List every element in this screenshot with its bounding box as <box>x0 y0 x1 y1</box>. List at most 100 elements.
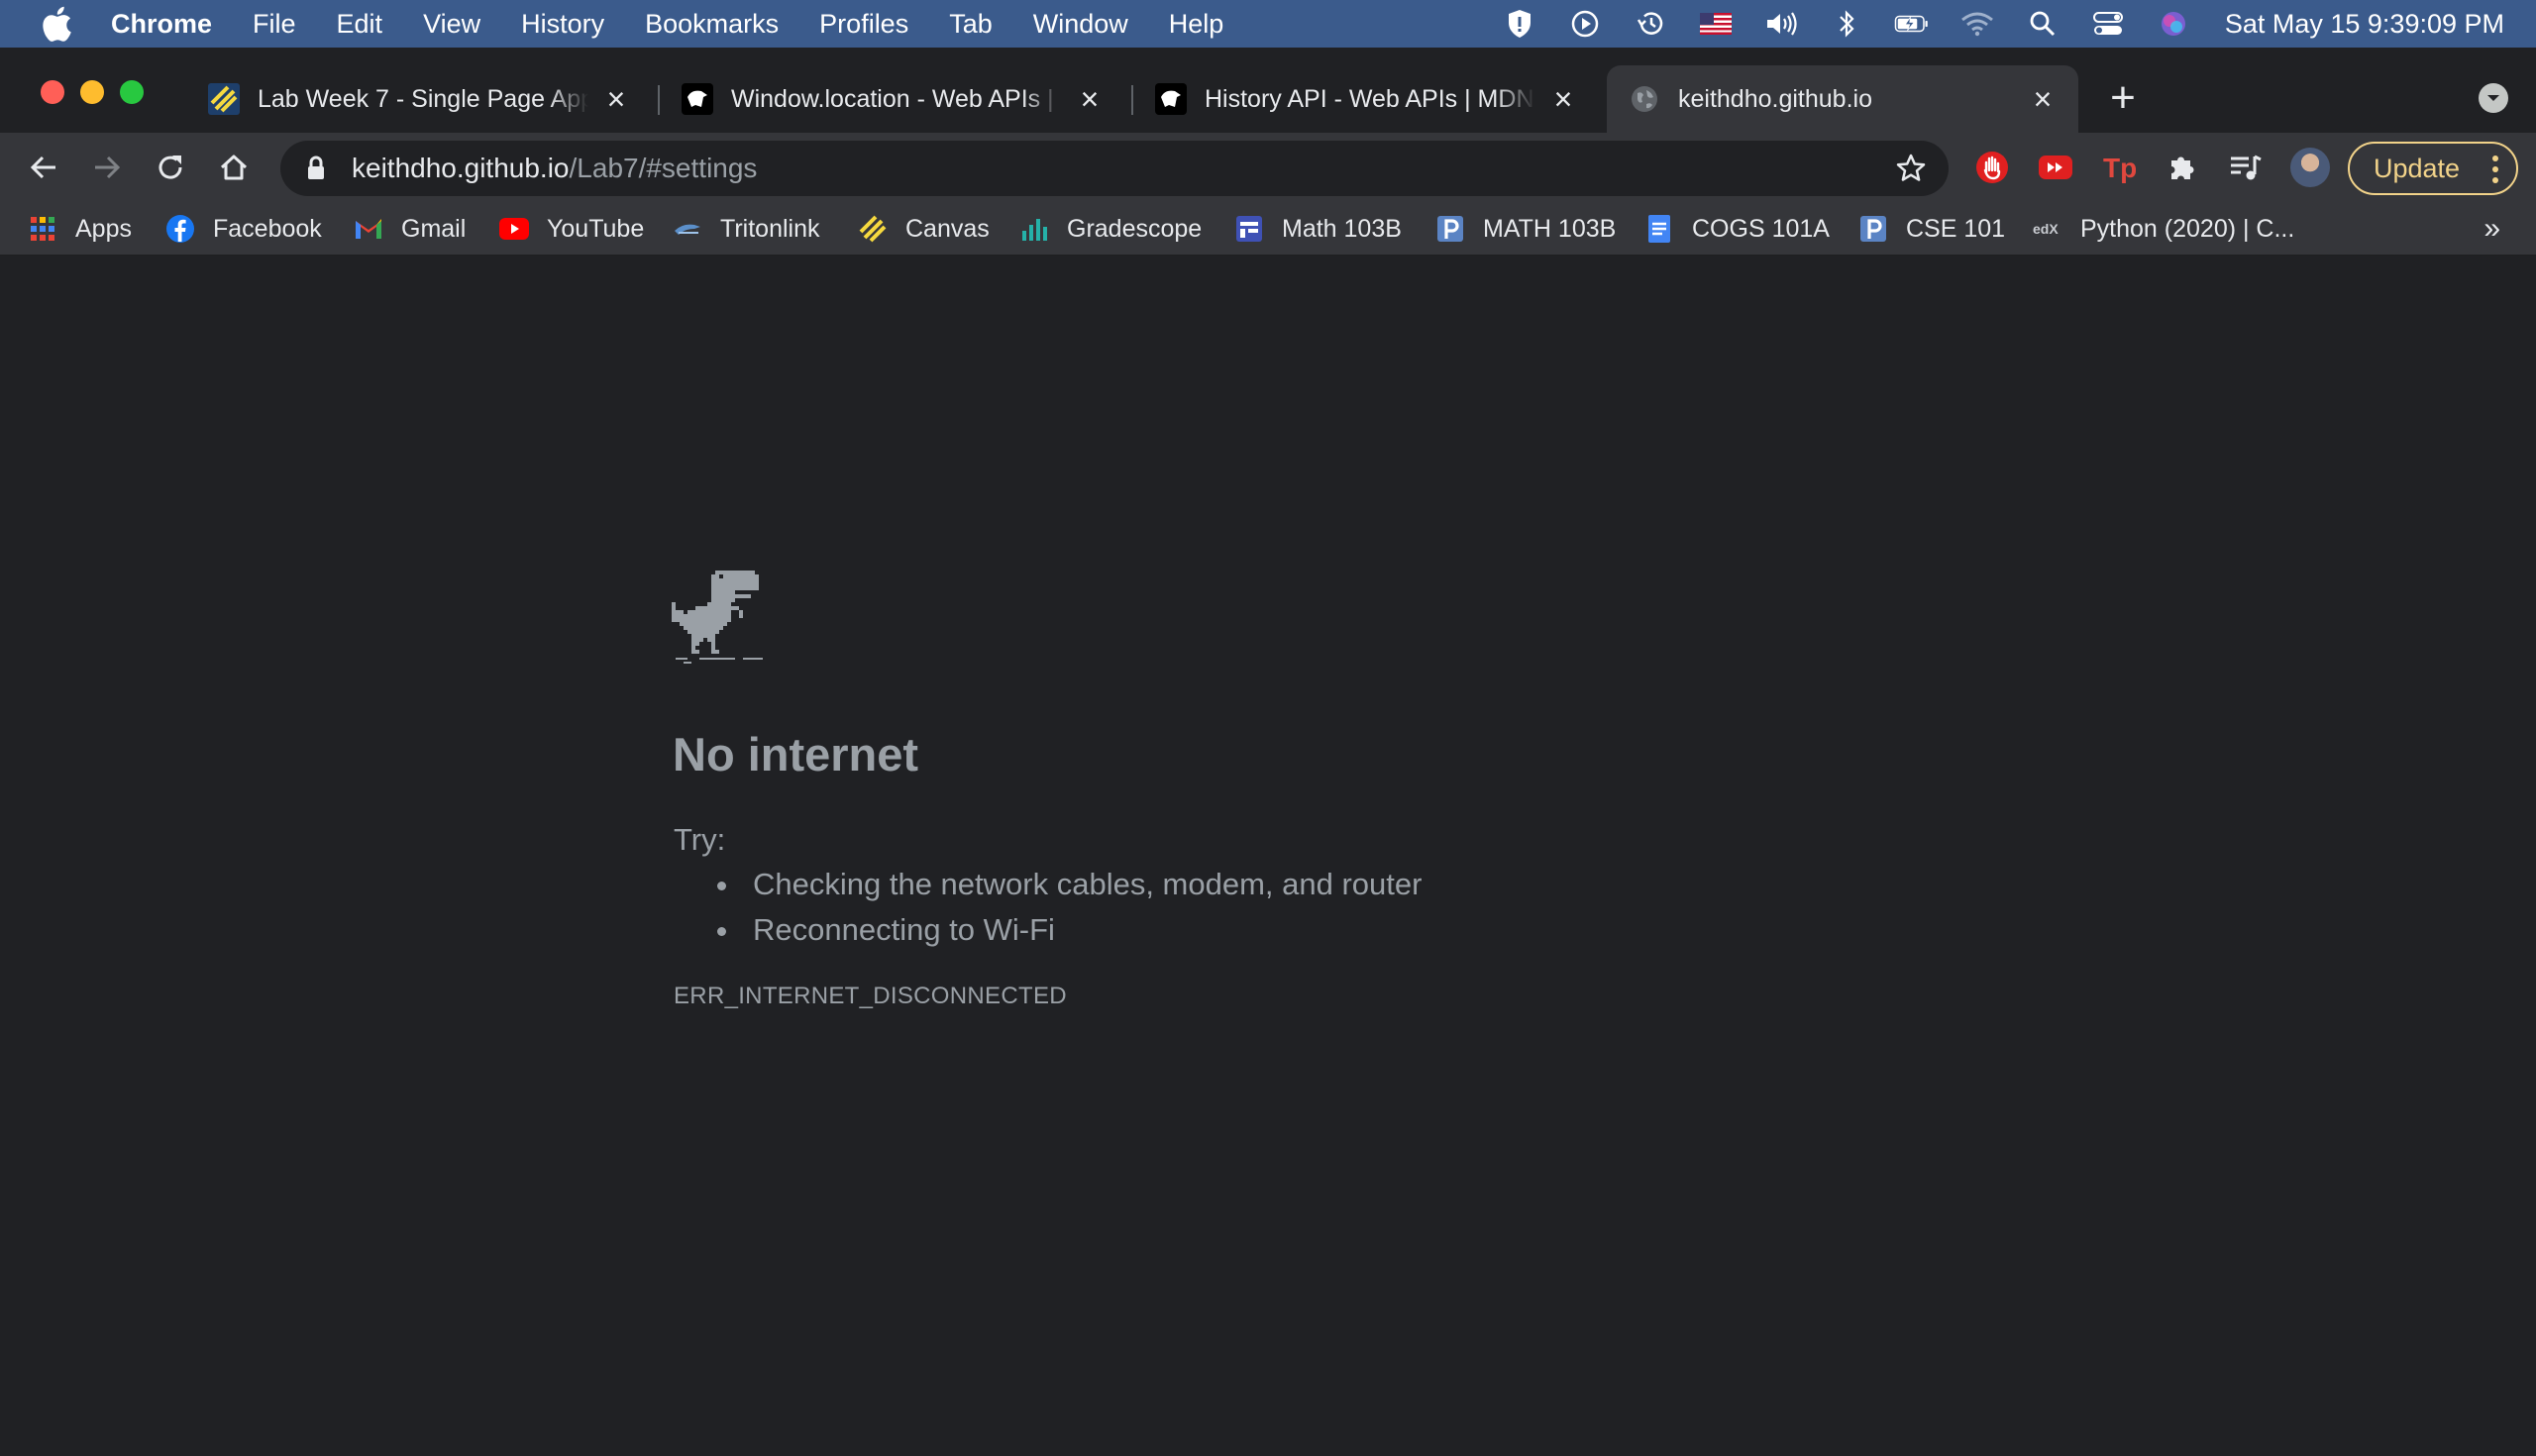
bookmark-label: Gradescope <box>1067 214 1203 243</box>
bookmark-label: Math 103B <box>1282 214 1402 243</box>
error-heading: No internet <box>673 728 919 780</box>
menu-tab[interactable]: Tab <box>949 9 993 40</box>
docs-icon <box>1644 214 1674 244</box>
back-button[interactable] <box>23 147 64 188</box>
siri-icon[interactable] <box>2156 9 2191 39</box>
time-machine-icon[interactable] <box>1633 9 1668 39</box>
close-icon[interactable]: × <box>1549 81 1577 117</box>
tab-search-button[interactable] <box>2479 83 2508 113</box>
home-button[interactable] <box>213 147 255 188</box>
bookmark-canvas[interactable]: Canvas <box>858 210 990 248</box>
bookmark-label: Canvas <box>905 214 990 243</box>
bookmark-cogs-101a[interactable]: COGS 101A <box>1644 210 1830 248</box>
list-item: Checking the network cables, modem, and … <box>713 862 1422 907</box>
try-label: Try: <box>674 822 726 857</box>
bookmark-gradescope[interactable]: Gradescope <box>1019 210 1202 248</box>
volume-icon[interactable] <box>1763 9 1799 39</box>
youtube-ext-icon[interactable] <box>2038 150 2073 185</box>
tab-window-location[interactable]: Window.location - Web APIs | MDN × <box>660 65 1125 133</box>
piazza-icon <box>1858 214 1888 244</box>
chrome-window: Lab Week 7 - Single Page Application × W… <box>0 48 2536 1456</box>
tab-strip: Lab Week 7 - Single Page Application × W… <box>0 48 2536 133</box>
menu-view[interactable]: View <box>423 9 480 40</box>
youtube-icon <box>499 214 529 244</box>
close-icon[interactable]: × <box>2029 81 2057 117</box>
wifi-icon[interactable] <box>1959 9 1995 39</box>
menu-chrome[interactable]: Chrome <box>111 9 212 40</box>
chevron-double-right-icon[interactable]: » <box>2483 212 2500 246</box>
mdn-icon <box>682 83 713 115</box>
bookmark-label: Python (2020) | C... <box>2080 214 2295 243</box>
tab-lab-week-7[interactable]: Lab Week 7 - Single Page Application × <box>186 65 652 133</box>
tab-history-api[interactable]: History API - Web APIs | MDN × <box>1133 65 1599 133</box>
close-icon[interactable]: × <box>1076 81 1104 117</box>
bookmark-python-edx[interactable]: edX Python (2020) | C... <box>2033 210 2294 248</box>
puzzle-icon[interactable] <box>2165 150 2200 185</box>
canvas-icon <box>858 214 888 244</box>
lock-icon[interactable] <box>302 155 330 182</box>
calendar-icon <box>1234 214 1264 244</box>
home-icon <box>220 155 248 180</box>
media-queue-icon[interactable] <box>2228 150 2264 185</box>
window-close-button[interactable] <box>41 80 64 104</box>
menubar-clock[interactable]: Sat May 15 9:39:09 PM <box>2225 9 2504 40</box>
tp-ext-icon[interactable]: Tp <box>2101 150 2137 185</box>
bookmark-apps[interactable]: Apps <box>28 210 132 248</box>
arrow-right-icon <box>95 156 121 179</box>
bookmark-math-103b-calendar[interactable]: Math 103B <box>1234 210 1402 248</box>
url-path: /Lab7/#settings <box>569 153 758 183</box>
bookmark-label: Apps <box>75 214 132 243</box>
bookmark-label: Tritonlink <box>720 214 820 243</box>
battery-charging-icon[interactable] <box>1894 9 1930 39</box>
reload-button[interactable] <box>150 147 191 188</box>
bookmark-label: YouTube <box>547 214 645 243</box>
url-host: keithdho.github.io <box>352 153 570 183</box>
bookmark-math-103b-piazza[interactable]: MATH 103B <box>1435 210 1616 248</box>
bookmark-label: Facebook <box>213 214 322 243</box>
forward-button[interactable] <box>86 147 128 188</box>
menu-window[interactable]: Window <box>1033 9 1128 40</box>
window-minimize-button[interactable] <box>80 80 104 104</box>
menu-edit[interactable]: Edit <box>337 9 383 40</box>
menu-profiles[interactable]: Profiles <box>819 9 908 40</box>
browser-toolbar: keithdho.github.io/Lab7/#settings Tp Upd… <box>0 133 2536 202</box>
bookmark-facebook[interactable]: Facebook <box>165 210 322 248</box>
tab-title: History API - Web APIs | MDN <box>1205 84 1534 113</box>
gradescope-icon <box>1019 214 1049 244</box>
control-center-icon[interactable] <box>2090 9 2126 39</box>
close-icon[interactable]: × <box>602 81 630 117</box>
vpn-shield-icon[interactable] <box>1502 9 1537 39</box>
bookmarks-bar: Apps Facebook Gmail YouTube Tritonlink C… <box>0 202 2536 256</box>
bookmark-cse-101[interactable]: CSE 101 <box>1858 210 2005 248</box>
list-item: Reconnecting to Wi-Fi <box>713 907 1422 953</box>
offline-dino-icon[interactable] <box>672 571 763 664</box>
bluetooth-icon[interactable] <box>1829 9 1864 39</box>
us-flag-icon[interactable] <box>1698 9 1734 39</box>
play-icon[interactable] <box>1567 9 1603 39</box>
apple-logo-icon[interactable] <box>40 5 73 43</box>
svg-text:edX: edX <box>2033 221 2059 237</box>
bookmark-gmail[interactable]: Gmail <box>354 210 466 248</box>
tab-keithdho-active[interactable]: keithdho.github.io × <box>1607 65 2078 133</box>
profile-avatar[interactable] <box>2290 148 2330 187</box>
bookmark-star-icon[interactable] <box>1895 153 1927 184</box>
arrow-left-icon <box>30 156 55 179</box>
menu-file[interactable]: File <box>253 9 296 40</box>
hand-stop-icon[interactable] <box>1974 150 2010 185</box>
more-vert-icon[interactable] <box>2492 156 2498 183</box>
menu-history[interactable]: History <box>521 9 604 40</box>
update-button[interactable]: Update <box>2348 142 2518 195</box>
page-content: No internet Try: Checking the network ca… <box>0 256 2536 1456</box>
gmail-icon <box>354 214 383 244</box>
facebook-icon <box>165 214 195 244</box>
menu-help[interactable]: Help <box>1169 9 1224 40</box>
window-zoom-button[interactable] <box>120 80 144 104</box>
bookmark-tritonlink[interactable]: Tritonlink <box>673 210 820 248</box>
bookmark-youtube[interactable]: YouTube <box>499 210 644 248</box>
spotlight-search-icon[interactable] <box>2025 9 2060 39</box>
new-tab-button[interactable]: + <box>2104 76 2142 120</box>
menubar-status-area: Sat May 15 9:39:09 PM <box>1472 0 2504 48</box>
menu-bookmarks[interactable]: Bookmarks <box>645 9 779 40</box>
suggestions-list: Checking the network cables, modem, and … <box>713 862 1422 953</box>
address-bar[interactable]: keithdho.github.io/Lab7/#settings <box>280 141 1949 196</box>
